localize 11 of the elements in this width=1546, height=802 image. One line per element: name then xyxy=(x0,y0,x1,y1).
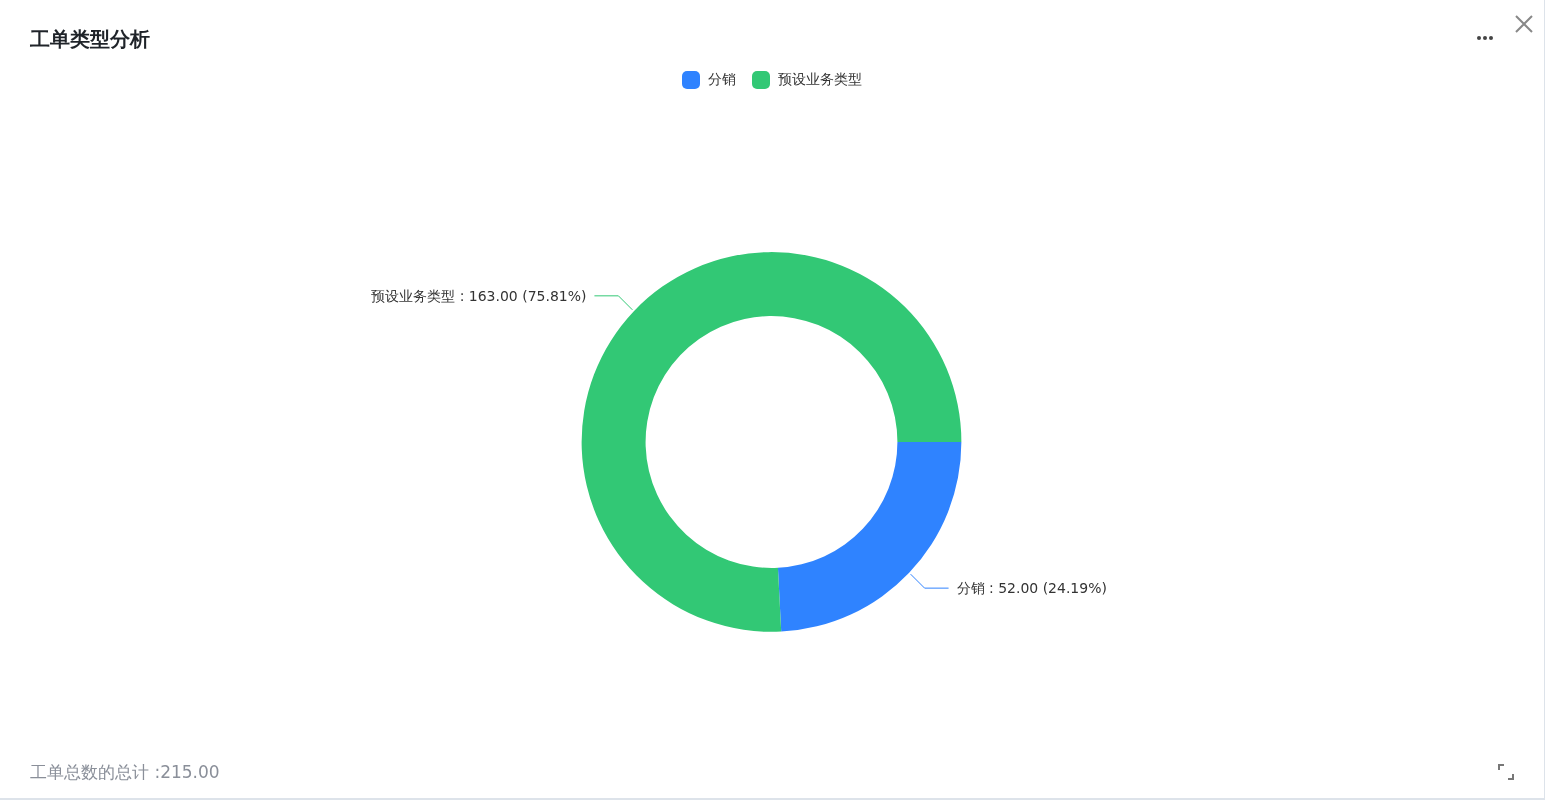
slice-label: 预设业务类型 : 163.00 (75.81%) xyxy=(371,287,587,304)
legend-label[interactable]: 分销 xyxy=(708,71,736,89)
more-icon[interactable] xyxy=(1476,35,1494,41)
legend-label[interactable]: 预设业务类型 xyxy=(778,71,862,89)
card-title: 工单类型分析 xyxy=(30,25,151,53)
leader-line xyxy=(910,573,950,589)
leader-line xyxy=(593,295,633,311)
total-summary: 工单总数的总计 :215.00 xyxy=(30,760,220,784)
slice-label: 分销 : 52.00 (24.19%) xyxy=(956,580,1107,597)
close-icon[interactable] xyxy=(1514,14,1534,34)
expand-icon[interactable] xyxy=(1498,764,1514,780)
